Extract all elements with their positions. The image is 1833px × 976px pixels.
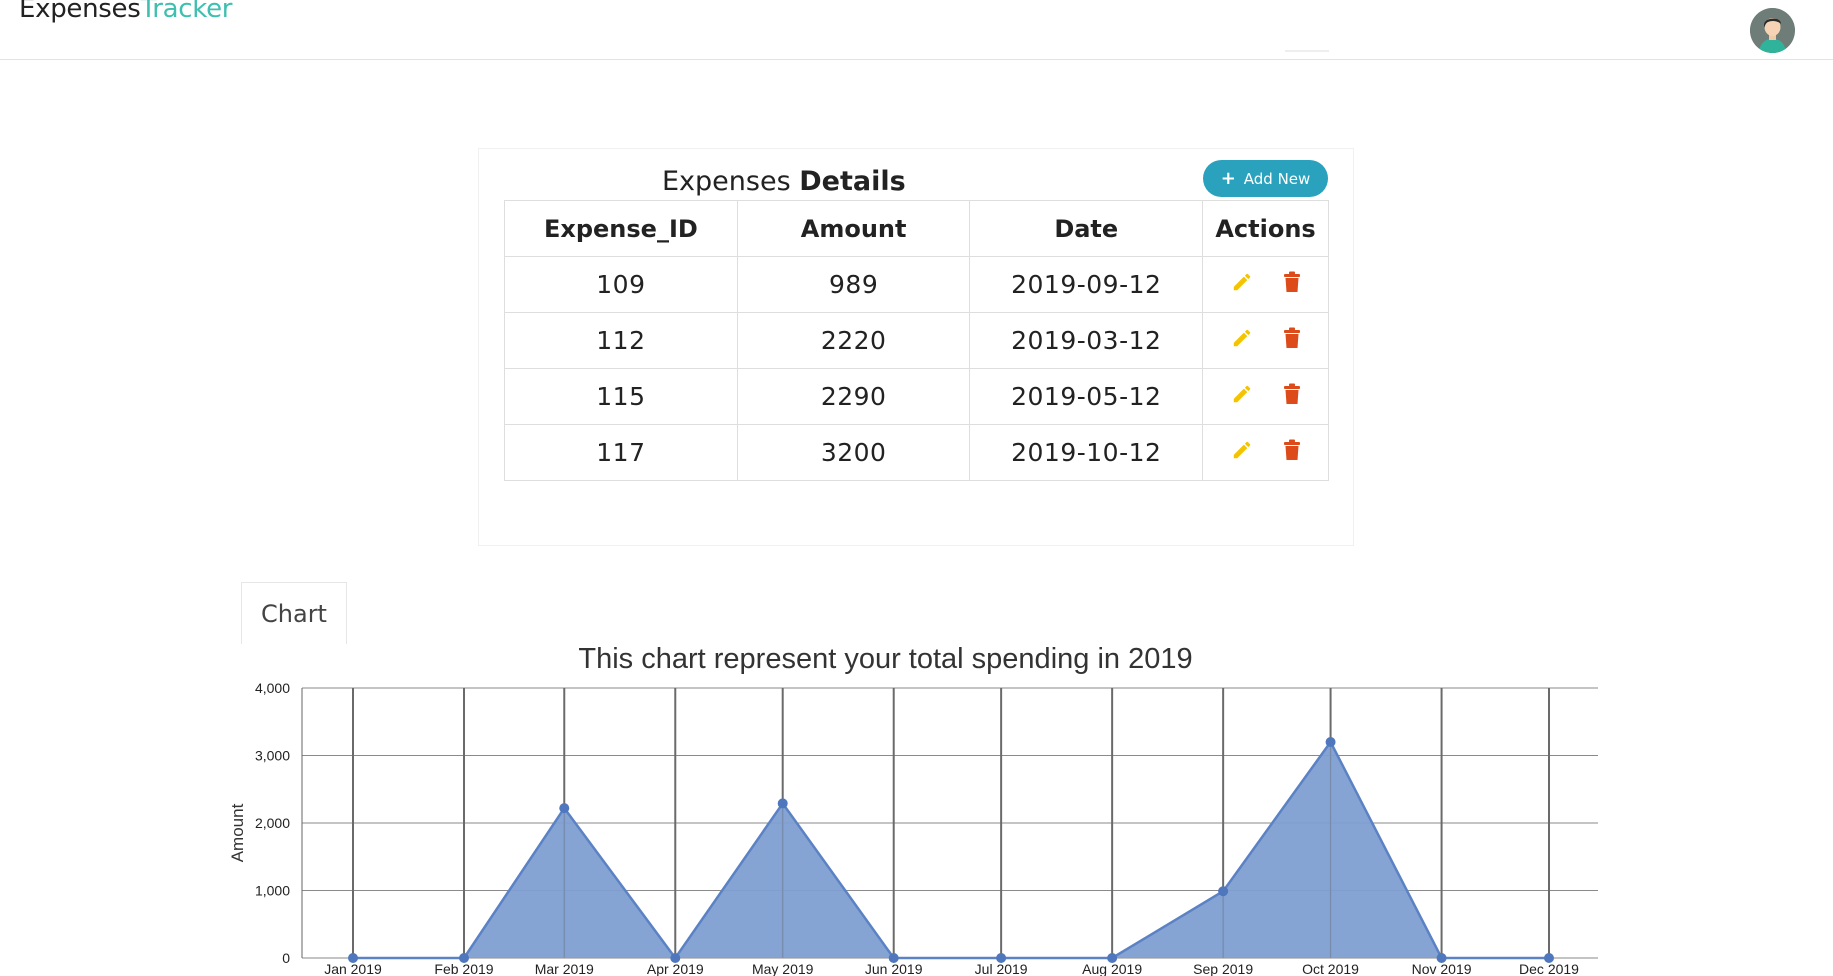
data-point xyxy=(459,953,470,963)
column-header-expense-id: Expense_ID xyxy=(504,200,738,257)
table-row: 112 2220 2019-03-12 xyxy=(504,312,1329,369)
data-point xyxy=(1218,886,1229,897)
cell-date: 2019-03-12 xyxy=(969,312,1204,369)
cell-expense-id: 117 xyxy=(504,424,738,481)
x-tick-label: Jul 2019 xyxy=(975,961,1028,976)
add-new-button[interactable]: + Add New xyxy=(1203,160,1328,197)
x-tick-label: Jun 2019 xyxy=(865,961,923,976)
column-header-date: Date xyxy=(969,200,1204,257)
column-header-actions: Actions xyxy=(1202,200,1329,257)
data-point xyxy=(348,953,358,963)
y-tick-label: 2,000 xyxy=(255,815,290,831)
series-area xyxy=(353,742,1549,958)
data-point xyxy=(1544,953,1554,963)
table-header-row: Expense_ID Amount Date Actions xyxy=(504,200,1329,257)
panel-title-bold: Details xyxy=(799,166,906,197)
x-tick-label: Mar 2019 xyxy=(535,961,594,976)
data-point xyxy=(1325,737,1336,747)
cell-actions xyxy=(1202,256,1329,313)
cell-expense-id: 112 xyxy=(504,312,738,369)
edit-pencil-icon[interactable] xyxy=(1231,271,1253,293)
data-point xyxy=(1436,953,1447,963)
x-tick-label: May 2019 xyxy=(752,961,814,976)
x-tick-label: Feb 2019 xyxy=(434,961,493,976)
cell-amount: 2220 xyxy=(736,312,971,369)
navbar: ExpensesTracker xyxy=(0,0,1833,60)
table-row: 117 3200 2019-10-12 xyxy=(504,424,1329,481)
delete-trash-icon[interactable] xyxy=(1283,439,1301,461)
cell-expense-id: 115 xyxy=(504,368,738,425)
data-point xyxy=(559,803,570,814)
brand-logo[interactable]: ExpensesTracker xyxy=(19,0,232,24)
brand-part-2: Tracker xyxy=(140,0,233,24)
nav-active-indicator xyxy=(1285,50,1329,52)
x-tick-label: Sep 2019 xyxy=(1193,961,1253,976)
cell-amount: 2290 xyxy=(736,368,971,425)
cell-actions xyxy=(1202,368,1329,425)
area-chart: 0 1,000 2,000 3,000 4,000 Jan 2019 Feb 2019 Mar… xyxy=(228,680,1598,976)
x-tick-label: Aug 2019 xyxy=(1082,961,1142,976)
data-point xyxy=(1107,953,1118,963)
expenses-table: Expense_ID Amount Date Actions 109 989 201… xyxy=(504,200,1329,481)
cell-amount: 3200 xyxy=(736,424,971,481)
data-point xyxy=(888,953,899,963)
cell-actions xyxy=(1202,312,1329,369)
table-row: 109 989 2019-09-12 xyxy=(504,256,1329,313)
x-tick-label: Dec 2019 xyxy=(1519,961,1579,976)
data-point xyxy=(670,953,681,963)
table-row: 115 2290 2019-05-12 xyxy=(504,368,1329,425)
panel-title: Expenses Details xyxy=(662,166,906,197)
user-avatar-icon[interactable] xyxy=(1750,8,1795,53)
panel-title-light: Expenses xyxy=(662,166,791,197)
y-tick-label: 3,000 xyxy=(255,748,290,764)
x-tick-label: Nov 2019 xyxy=(1412,961,1472,976)
data-point xyxy=(777,798,788,809)
cell-date: 2019-10-12 xyxy=(969,424,1204,481)
y-axis-label: Amount xyxy=(228,803,247,862)
x-tick-label: Apr 2019 xyxy=(647,961,704,976)
y-tick-label: 0 xyxy=(282,950,290,966)
delete-trash-icon[interactable] xyxy=(1283,327,1301,349)
edit-pencil-icon[interactable] xyxy=(1231,383,1253,405)
cell-date: 2019-05-12 xyxy=(969,368,1204,425)
delete-trash-icon[interactable] xyxy=(1283,271,1301,293)
add-new-label: Add New xyxy=(1243,169,1311,188)
data-point xyxy=(996,953,1007,963)
delete-trash-icon[interactable] xyxy=(1283,383,1301,405)
edit-pencil-icon[interactable] xyxy=(1231,439,1253,461)
x-tick-label: Jan 2019 xyxy=(324,961,382,976)
x-tick-label: Oct 2019 xyxy=(1302,961,1359,976)
tab-chart[interactable]: Chart xyxy=(241,582,347,644)
edit-pencil-icon[interactable] xyxy=(1231,327,1253,349)
y-tick-label: 4,000 xyxy=(255,680,290,696)
column-header-amount: Amount xyxy=(736,200,971,257)
cell-actions xyxy=(1202,424,1329,481)
cell-amount: 989 xyxy=(736,256,971,313)
brand-part-1: Expenses xyxy=(19,0,141,24)
cell-date: 2019-09-12 xyxy=(969,256,1204,313)
cell-expense-id: 109 xyxy=(504,256,738,313)
y-tick-label: 1,000 xyxy=(255,883,290,899)
tab-chart-label: Chart xyxy=(261,599,327,628)
plus-icon: + xyxy=(1220,167,1236,189)
